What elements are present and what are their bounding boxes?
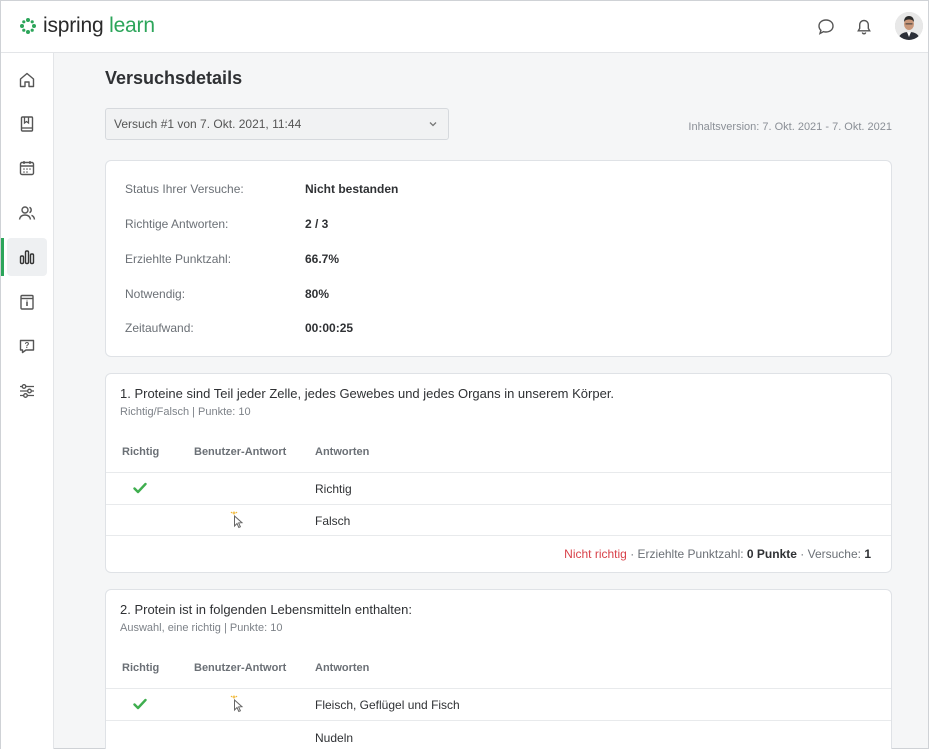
logo-text: ispring learn — [43, 14, 155, 37]
calendar-icon — [19, 161, 35, 176]
summary-label: Notwendig: — [125, 287, 186, 301]
sidebar-item-reports[interactable] — [7, 238, 47, 276]
checkmark-icon — [133, 698, 147, 710]
bell-icon[interactable] — [854, 17, 874, 37]
score-label: · Erziehlte Punktzahl: — [626, 547, 747, 561]
question-title: 2. Protein ist in folgenden Lebensmittel… — [120, 602, 412, 617]
col-header-user-answer: Benutzer-Antwort — [194, 662, 287, 674]
answer-text: Falsch — [315, 514, 351, 528]
score-value: 0 Punkte — [746, 547, 797, 561]
summary-value: 80% — [305, 287, 330, 301]
question-card: 2. Protein ist in folgenden Lebensmittel… — [105, 589, 892, 749]
attempts-label: · Versuche: — [796, 547, 865, 561]
col-header-correct: Richtig — [122, 662, 160, 674]
question-footer-row: Nicht richtig · Erziehlte Punktzahl: 0 P… — [106, 535, 891, 573]
chat-icon[interactable] — [816, 17, 836, 37]
top-bar: ispring learn — [1, 1, 928, 53]
summary-row: Erziehlte Punktzahl: 66.7% — [125, 252, 339, 266]
col-header-user-answer: Benutzer-Antwort — [194, 446, 287, 458]
sidebar-item-users[interactable] — [7, 194, 47, 232]
checkmark-icon — [133, 482, 147, 494]
sidebar-nav: ? — [1, 53, 54, 749]
result-status: Nicht richtig — [564, 547, 627, 561]
question-meta: Auswahl, eine richtig | Punkte: 10 — [120, 622, 283, 634]
summary-label: Richtige Antworten: — [125, 217, 229, 231]
ispring-learn-logo[interactable]: ispring learn — [19, 14, 155, 38]
col-header-answers: Antworten — [315, 662, 370, 674]
summary-value: 66.7% — [305, 252, 340, 266]
avatar-portrait-icon — [895, 12, 923, 40]
svg-text:?: ? — [25, 341, 30, 350]
sidebar-item-settings[interactable] — [7, 372, 47, 410]
sidebar-item-learning[interactable] — [7, 105, 47, 143]
user-choice-cursor-icon — [230, 511, 244, 529]
attempt-select[interactable]: Versuch #1 von 7. Okt. 2021, 11:44 — [105, 108, 449, 140]
question-card: 1. Proteine sind Teil jeder Zelle, jedes… — [105, 373, 892, 573]
nav-active-indicator — [1, 238, 4, 276]
summary-row: Richtige Antworten: 2 / 3 — [125, 217, 328, 231]
sidebar-item-info[interactable] — [7, 283, 47, 321]
sidebar-item-home[interactable] — [7, 61, 47, 99]
summary-label: Zeitaufwand: — [125, 321, 194, 335]
content-version: Inhaltsversion: 7. Okt. 2021 - 7. Okt. 2… — [688, 121, 892, 133]
answer-row: Fleisch, Geflügel und Fisch — [106, 688, 891, 719]
col-header-correct: Richtig — [122, 446, 160, 458]
answer-row: Falsch — [106, 504, 891, 535]
attempt-summary-card: Status Ihrer Versuche: Nicht bestanden Ri… — [105, 160, 892, 357]
summary-row: Notwendig: 80% — [125, 287, 329, 301]
answer-text: Richtig — [315, 482, 352, 496]
user-avatar[interactable] — [895, 12, 923, 40]
attempt-select-value: Versuch #1 von 7. Okt. 2021, 11:44 — [114, 117, 302, 131]
question-meta: Richtig/Falsch | Punkte: 10 — [120, 406, 251, 418]
sidebar-item-calendar[interactable] — [7, 149, 47, 187]
sidebar-item-questions[interactable]: ? — [7, 327, 47, 365]
question-result: Nicht richtig · Erziehlte Punktzahl: 0 P… — [564, 547, 871, 561]
summary-label: Status Ihrer Versuche: — [125, 182, 244, 196]
question-title: 1. Proteine sind Teil jeder Zelle, jedes… — [120, 386, 615, 401]
answer-row: Richtig — [106, 472, 891, 503]
home-icon — [19, 72, 35, 88]
answer-text: Fleisch, Geflügel und Fisch — [315, 698, 460, 712]
reports-icon — [19, 250, 35, 265]
summary-label: Erziehlte Punktzahl: — [125, 252, 232, 266]
attempts-value: 1 — [864, 547, 871, 561]
book-icon — [20, 116, 34, 132]
summary-value: Nicht bestanden — [305, 182, 399, 196]
user-choice-cursor-icon — [230, 695, 244, 713]
col-header-answers: Antworten — [315, 446, 370, 458]
answer-text: Nudeln — [315, 731, 354, 745]
settings-sliders-icon — [20, 384, 34, 398]
info-card-icon — [20, 294, 34, 310]
chevron-down-icon — [429, 122, 437, 127]
summary-row: Status Ihrer Versuche: Nicht bestanden — [125, 182, 398, 196]
answer-row: Nudeln — [106, 720, 891, 749]
page-title: Versuchsdetails — [105, 68, 243, 88]
users-icon — [18, 206, 36, 220]
summary-value: 00:00:25 — [305, 321, 354, 335]
summary-value: 2 / 3 — [305, 217, 329, 231]
logo-sprout-icon — [20, 18, 36, 34]
summary-row: Zeitaufwand: 00:00:25 — [125, 321, 353, 335]
question-icon: ? — [19, 339, 35, 354]
